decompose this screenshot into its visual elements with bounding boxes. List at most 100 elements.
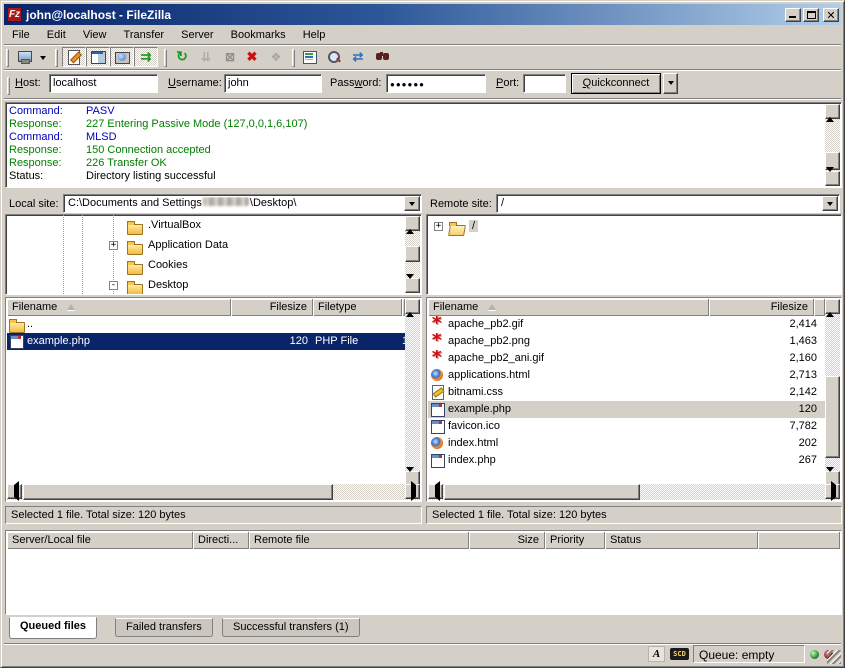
quickbar-grip[interactable] — [7, 77, 10, 95]
menu-server[interactable]: Server — [174, 26, 220, 44]
column-header-status[interactable]: Status — [605, 532, 758, 549]
file-row-selected[interactable]: example.php120 — [428, 401, 825, 418]
toggle-message-log-button[interactable] — [62, 47, 86, 67]
file-row-parent-dir[interactable]: .. — [7, 316, 405, 333]
tree-item-cookies[interactable]: Cookies — [6, 256, 421, 276]
password-input[interactable]: ●●●●●● — [386, 74, 486, 93]
column-header-priority[interactable]: Priority — [545, 532, 605, 549]
scroll-thumb[interactable] — [23, 484, 333, 500]
column-header-filename[interactable]: Filename — [7, 299, 231, 316]
file-row-selected[interactable]: example.php 120 PHP File 1 — [7, 333, 405, 350]
tab-queued-files[interactable]: Queued files — [9, 617, 97, 639]
log-scrollbar[interactable] — [825, 104, 840, 186]
directory-listing-filters-button[interactable] — [299, 47, 321, 67]
file-row[interactable]: apache_pb2.png1,463 — [428, 333, 825, 350]
file-row[interactable]: favicon.ico7,782 — [428, 418, 825, 435]
site-manager-button[interactable] — [14, 47, 36, 67]
ico-file-icon — [430, 419, 446, 433]
column-header-size[interactable]: Size — [469, 532, 545, 549]
find-files-button[interactable] — [371, 47, 393, 67]
tree-item-application-data[interactable]: + Application Data — [6, 236, 421, 256]
quickconnect-dropdown-button[interactable] — [663, 73, 678, 94]
resize-grip[interactable] — [827, 650, 841, 664]
toggle-local-tree-button[interactable] — [86, 47, 110, 67]
column-header-filesize[interactable]: Filesize — [709, 299, 814, 316]
remote-combo-dropdown[interactable] — [822, 196, 838, 211]
remote-list-header: Filename Filesize — [428, 299, 825, 316]
local-list-vscrollbar[interactable] — [405, 299, 420, 486]
column-header-filesize[interactable]: Filesize — [231, 299, 313, 316]
ascii-data-type-icon[interactable]: A — [648, 646, 665, 662]
column-header-server-local-file[interactable]: Server/Local file — [7, 532, 193, 549]
local-list-rows: .. example.php 120 PHP File 1 — [7, 316, 405, 350]
quickconnect-button[interactable]: Quickconnect — [571, 73, 661, 94]
cancel-operation-button[interactable]: ⊠ — [219, 47, 241, 67]
column-header-filetype[interactable]: Filetype — [313, 299, 402, 316]
directory-comparison-button[interactable] — [323, 47, 345, 67]
toggle-remote-tree-button[interactable] — [110, 47, 134, 67]
site-manager-dropdown-button[interactable] — [36, 47, 49, 67]
file-row[interactable]: index.html202 — [428, 435, 825, 452]
synchronized-browsing-button[interactable]: ⇄ — [347, 47, 369, 67]
column-header-filename[interactable]: Filename — [428, 299, 709, 316]
scroll-up-button[interactable] — [825, 299, 840, 314]
speed-limit-icon[interactable]: SCD — [670, 648, 689, 660]
scroll-left-button[interactable] — [428, 484, 443, 499]
scroll-right-button[interactable] — [405, 484, 420, 499]
file-row[interactable]: bitnami.css2,142 — [428, 384, 825, 401]
scroll-right-button[interactable] — [825, 484, 840, 499]
toolbar-grip[interactable] — [6, 49, 9, 67]
refresh-button[interactable]: ↻ — [171, 47, 193, 67]
menu-edit[interactable]: Edit — [40, 26, 73, 44]
process-queue-button[interactable]: ⇊ — [195, 47, 217, 67]
collapse-minus-icon[interactable]: - — [109, 281, 118, 290]
arrow-down-icon — [826, 167, 834, 188]
folder-icon — [127, 279, 143, 293]
disconnect-button[interactable]: ✖ — [241, 47, 263, 67]
local-site-combo[interactable]: C:\Documents and Settings\Desktop\ — [63, 194, 422, 213]
tree-item-root[interactable]: + / — [427, 217, 841, 237]
scroll-left-button[interactable] — [7, 484, 22, 499]
port-input[interactable] — [523, 74, 566, 93]
file-row[interactable]: apache_pb2.gif2,414 — [428, 316, 825, 333]
column-header-direction[interactable]: Directi... — [193, 532, 249, 549]
scroll-thumb[interactable] — [405, 246, 420, 262]
local-combo-dropdown[interactable] — [404, 196, 420, 211]
menu-help[interactable]: Help — [296, 26, 333, 44]
expand-plus-icon[interactable]: + — [109, 241, 118, 250]
menu-file[interactable]: File — [5, 26, 37, 44]
tree-item-desktop[interactable]: - Desktop — [6, 276, 421, 295]
scroll-down-button[interactable] — [825, 171, 840, 186]
close-button[interactable]: ✕ — [823, 8, 839, 22]
tab-failed-transfers[interactable]: Failed transfers — [115, 618, 213, 637]
local-list-hscrollbar[interactable] — [7, 484, 420, 500]
close-icon: ✕ — [824, 9, 838, 22]
reconnect-button[interactable]: ❖ — [265, 47, 287, 67]
file-row[interactable]: index.php267 — [428, 452, 825, 469]
title-bar[interactable]: Fz john@localhost - FileZilla ✕ — [4, 4, 841, 25]
file-row[interactable]: applications.html2,713 — [428, 367, 825, 384]
menu-transfer[interactable]: Transfer — [117, 26, 172, 44]
tree-item-virtualbox[interactable]: .VirtualBox — [6, 216, 421, 236]
scroll-down-button[interactable] — [405, 278, 420, 293]
menu-view[interactable]: View — [76, 26, 114, 44]
remote-list-hscrollbar[interactable] — [428, 484, 840, 500]
tab-successful-transfers[interactable]: Successful transfers (1) — [222, 618, 360, 637]
expand-plus-icon[interactable]: + — [434, 222, 443, 231]
local-tree-scrollbar[interactable] — [405, 216, 420, 293]
remote-site-combo[interactable]: / — [496, 194, 840, 213]
toggle-transfer-queue-button[interactable]: ⇉ — [134, 47, 158, 67]
username-input[interactable]: john — [224, 74, 322, 93]
host-input[interactable]: localhost — [49, 74, 158, 93]
scroll-up-button[interactable] — [405, 216, 420, 231]
maximize-button[interactable] — [803, 8, 819, 22]
scroll-up-button[interactable] — [825, 104, 840, 119]
column-header-remote-file[interactable]: Remote file — [249, 532, 469, 549]
scroll-thumb[interactable] — [444, 484, 640, 500]
scroll-thumb[interactable] — [825, 376, 840, 458]
remote-list-vscrollbar[interactable] — [825, 299, 840, 486]
scroll-up-button[interactable] — [405, 299, 420, 314]
menu-bookmarks[interactable]: Bookmarks — [224, 26, 293, 44]
file-row[interactable]: apache_pb2_ani.gif2,160 — [428, 350, 825, 367]
minimize-button[interactable] — [785, 8, 801, 22]
